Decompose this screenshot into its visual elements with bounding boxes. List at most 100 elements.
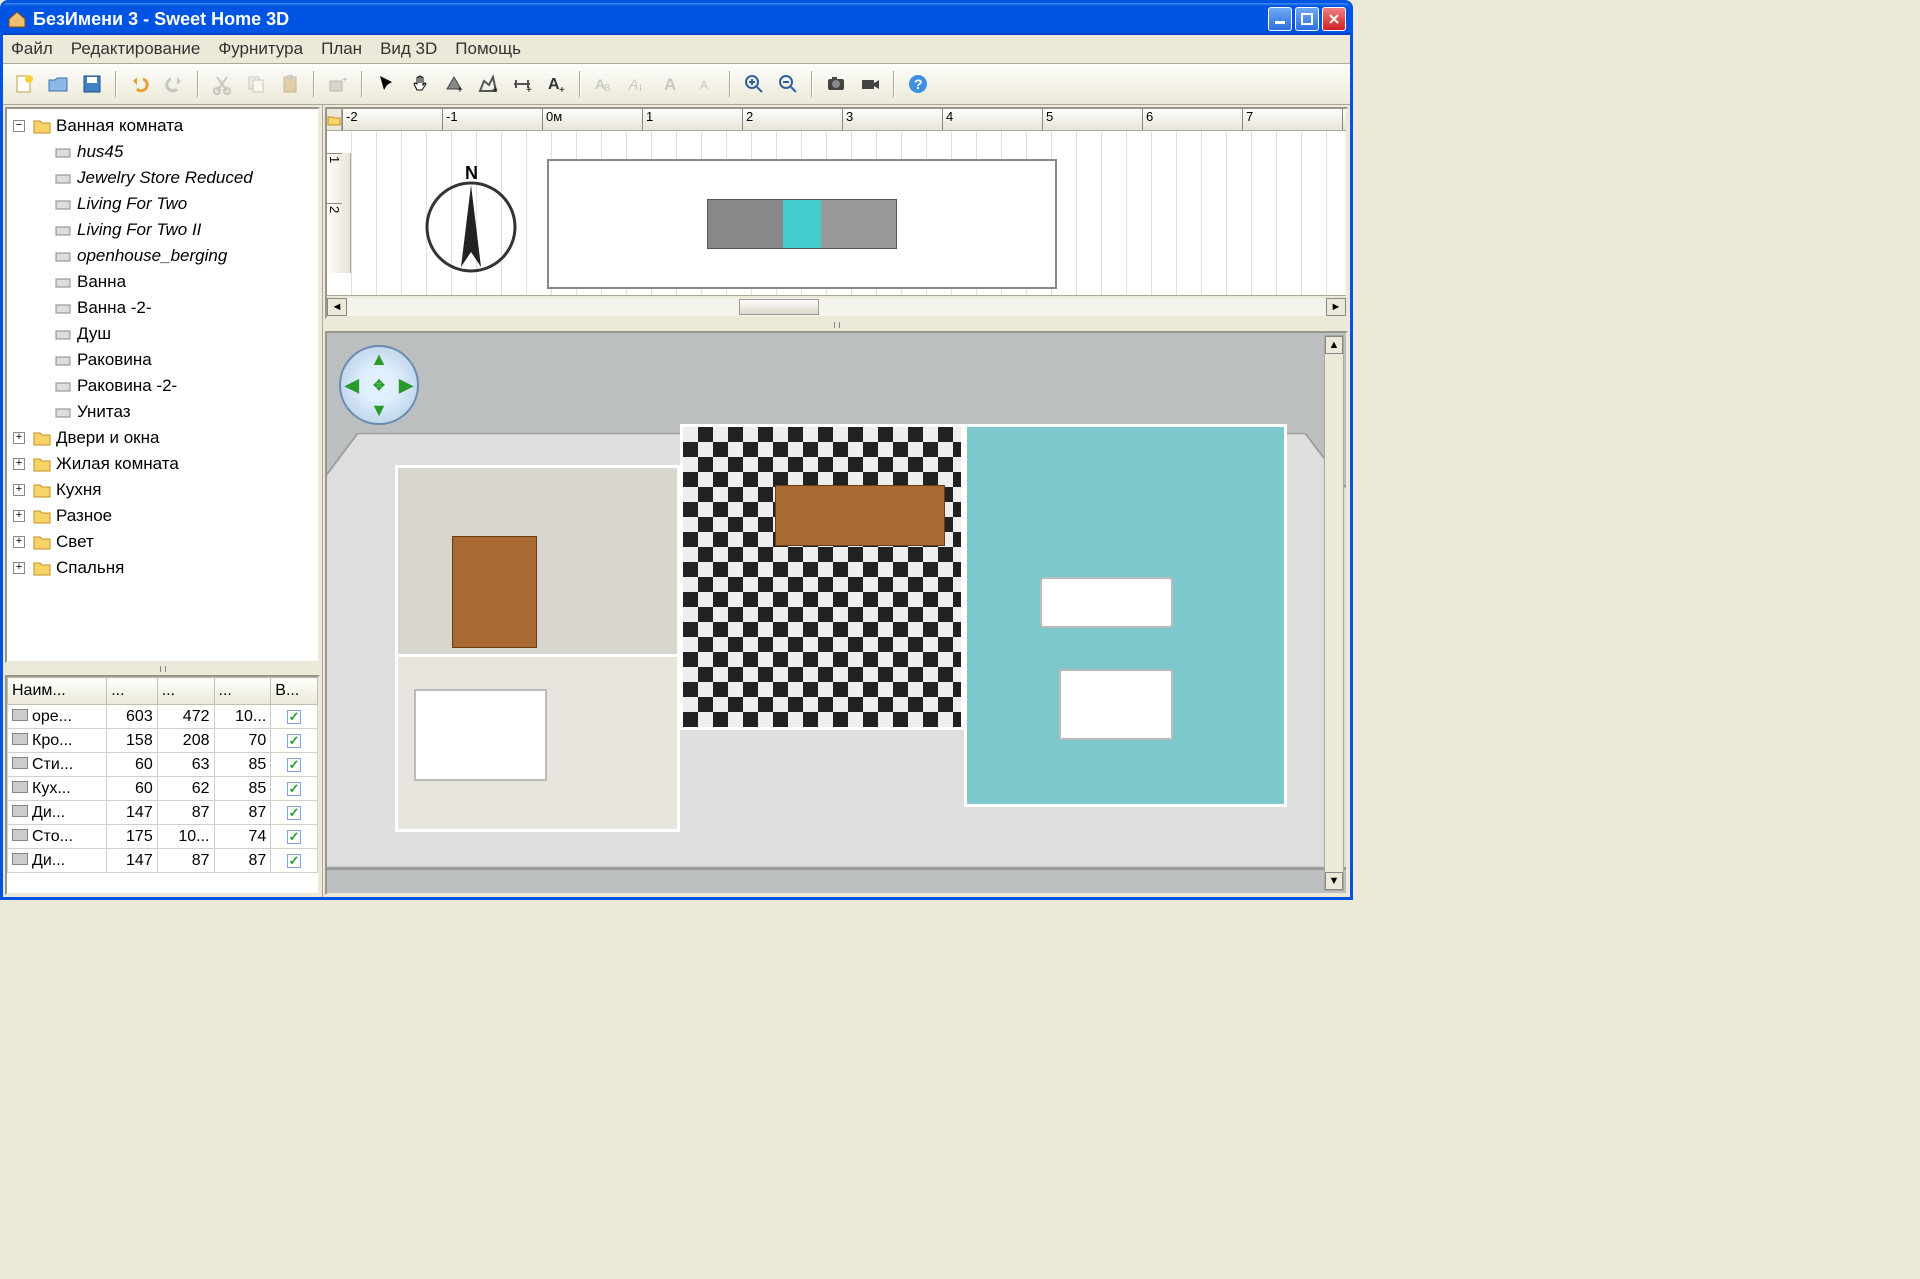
cell-c2[interactable]: 62	[157, 777, 214, 801]
cell-c1[interactable]: 147	[107, 849, 158, 873]
nav-up-icon[interactable]: ▲	[370, 349, 388, 370]
cell-name[interactable]: ope...	[8, 705, 107, 729]
view-3d-panel[interactable]: ▲ ▼ ◀ ▶ ✥ ▲ ▼	[325, 331, 1348, 895]
compass-icon[interactable]: N	[411, 157, 531, 277]
help-button[interactable]: ?	[903, 69, 933, 99]
splitter-right-horizontal[interactable]	[323, 321, 1350, 329]
text-bold-button[interactable]: AB	[589, 69, 619, 99]
catalog-item[interactable]: Ванна	[11, 269, 314, 295]
cell-c1[interactable]: 60	[107, 753, 158, 777]
splitter-left-horizontal[interactable]	[3, 665, 322, 673]
table-header[interactable]: В...	[271, 678, 318, 705]
table-row[interactable]: Кух...606285 ✓	[8, 777, 318, 801]
nav-pad[interactable]: ▲ ▼ ◀ ▶ ✥	[339, 345, 419, 425]
cell-visible[interactable]: ✓	[271, 801, 318, 825]
scroll-track[interactable]	[347, 298, 1326, 316]
ruler-origin-icon[interactable]	[327, 109, 342, 131]
room-tool-button[interactable]: +	[473, 69, 503, 99]
cell-name[interactable]: Сти...	[8, 753, 107, 777]
catalog-item[interactable]: Раковина	[11, 347, 314, 373]
catalog-item-label[interactable]: openhouse_berging	[77, 246, 227, 266]
zoom-in-button[interactable]	[739, 69, 769, 99]
menu-file[interactable]: Файл	[11, 39, 53, 59]
cell-c3[interactable]: 85	[214, 777, 271, 801]
catalog-folder-label[interactable]: Ванная комната	[56, 116, 183, 136]
cell-visible[interactable]: ✓	[271, 729, 318, 753]
catalog-item-label[interactable]: Раковина	[77, 350, 152, 370]
cell-c2[interactable]: 63	[157, 753, 214, 777]
table-row[interactable]: Сти...606385✓	[8, 753, 318, 777]
catalog-folder-label[interactable]: Разное	[56, 506, 112, 526]
cell-c3[interactable]: 85	[214, 753, 271, 777]
catalog-folder[interactable]: +Кухня	[11, 477, 314, 503]
table-header[interactable]: ...	[214, 678, 271, 705]
catalog-folder[interactable]: +Двери и окна	[11, 425, 314, 451]
dimension-tool-button[interactable]: +	[507, 69, 537, 99]
cell-c1[interactable]: 603	[107, 705, 158, 729]
catalog-item-label[interactable]: Living For Two	[77, 194, 187, 214]
plan-selection-box[interactable]	[547, 159, 1057, 289]
catalog-item-label[interactable]: Jewelry Store Reduced	[77, 168, 253, 188]
cell-name[interactable]: Ди...	[8, 849, 107, 873]
expand-icon[interactable]: +	[13, 562, 25, 574]
cut-button[interactable]	[207, 69, 237, 99]
cell-c3[interactable]: 87	[214, 801, 271, 825]
checkbox-icon[interactable]: ✓	[287, 710, 301, 724]
nav-right-icon[interactable]: ▶	[399, 375, 413, 396]
table-row[interactable]: Ди...1478787✓	[8, 801, 318, 825]
cell-c1[interactable]: 60	[107, 777, 158, 801]
save-button[interactable]	[77, 69, 107, 99]
plan-hscrollbar[interactable]: ◄ ►	[327, 295, 1346, 317]
catalog-item-label[interactable]: Унитаз	[77, 402, 131, 422]
view3d-vscrollbar[interactable]: ▲ ▼	[1324, 335, 1344, 891]
catalog-folder[interactable]: +Спальня	[11, 555, 314, 581]
catalog-item[interactable]: Living For Two II	[11, 217, 314, 243]
cell-name[interactable]: Сто...	[8, 825, 107, 849]
cell-name[interactable]: Кух...	[8, 777, 107, 801]
nav-center-icon[interactable]: ✥	[373, 377, 385, 394]
cell-c3[interactable]: 87	[214, 849, 271, 873]
paste-button[interactable]	[275, 69, 305, 99]
pan-tool-button[interactable]	[405, 69, 435, 99]
expand-icon[interactable]: +	[13, 458, 25, 470]
menu-view3d[interactable]: Вид 3D	[380, 39, 437, 59]
text-italic-button[interactable]: AI	[623, 69, 653, 99]
scroll-right-button[interactable]: ►	[1326, 298, 1346, 316]
maximize-button[interactable]	[1295, 7, 1319, 31]
catalog-folder-label[interactable]: Двери и окна	[56, 428, 159, 448]
text-increase-button[interactable]: A	[657, 69, 687, 99]
catalog-item-label[interactable]: Ванна -2-	[77, 298, 152, 318]
cell-visible[interactable]: ✓	[271, 705, 318, 729]
catalog-item[interactable]: Душ	[11, 321, 314, 347]
catalog-folder-label[interactable]: Кухня	[56, 480, 102, 500]
wall-tool-button[interactable]: +	[439, 69, 469, 99]
checkbox-icon[interactable]: ✓	[287, 854, 301, 868]
redo-button[interactable]	[159, 69, 189, 99]
open-button[interactable]	[43, 69, 73, 99]
table-row[interactable]: ope...60347210...✓	[8, 705, 318, 729]
menu-edit[interactable]: Редактирование	[71, 39, 201, 59]
checkbox-icon[interactable]: ✓	[287, 830, 301, 844]
catalog-folder-bathroom[interactable]: − Ванная комната	[11, 113, 314, 139]
cell-visible[interactable]: ✓	[271, 849, 318, 873]
table-row[interactable]: Сто...17510...74✓	[8, 825, 318, 849]
video-button[interactable]	[855, 69, 885, 99]
cell-c2[interactable]: 208	[157, 729, 214, 753]
table-row[interactable]: Кро...15820870✓	[8, 729, 318, 753]
text-decrease-button[interactable]: A	[691, 69, 721, 99]
catalog-item[interactable]: openhouse_berging	[11, 243, 314, 269]
nav-left-icon[interactable]: ◀	[345, 375, 359, 396]
menu-plan[interactable]: План	[321, 39, 362, 59]
cell-visible[interactable]: ✓	[271, 777, 318, 801]
cell-c1[interactable]: 175	[107, 825, 158, 849]
cell-c3[interactable]: 10...	[214, 705, 271, 729]
cell-c2[interactable]: 87	[157, 849, 214, 873]
catalog-item-label[interactable]: Раковина -2-	[77, 376, 177, 396]
checkbox-icon[interactable]: ✓	[287, 782, 301, 796]
catalog-folder[interactable]: +Свет	[11, 529, 314, 555]
cell-c1[interactable]: 147	[107, 801, 158, 825]
checkbox-icon[interactable]: ✓	[287, 734, 301, 748]
cell-c2[interactable]: 87	[157, 801, 214, 825]
close-button[interactable]	[1322, 7, 1346, 31]
catalog-item-label[interactable]: hus45	[77, 142, 123, 162]
